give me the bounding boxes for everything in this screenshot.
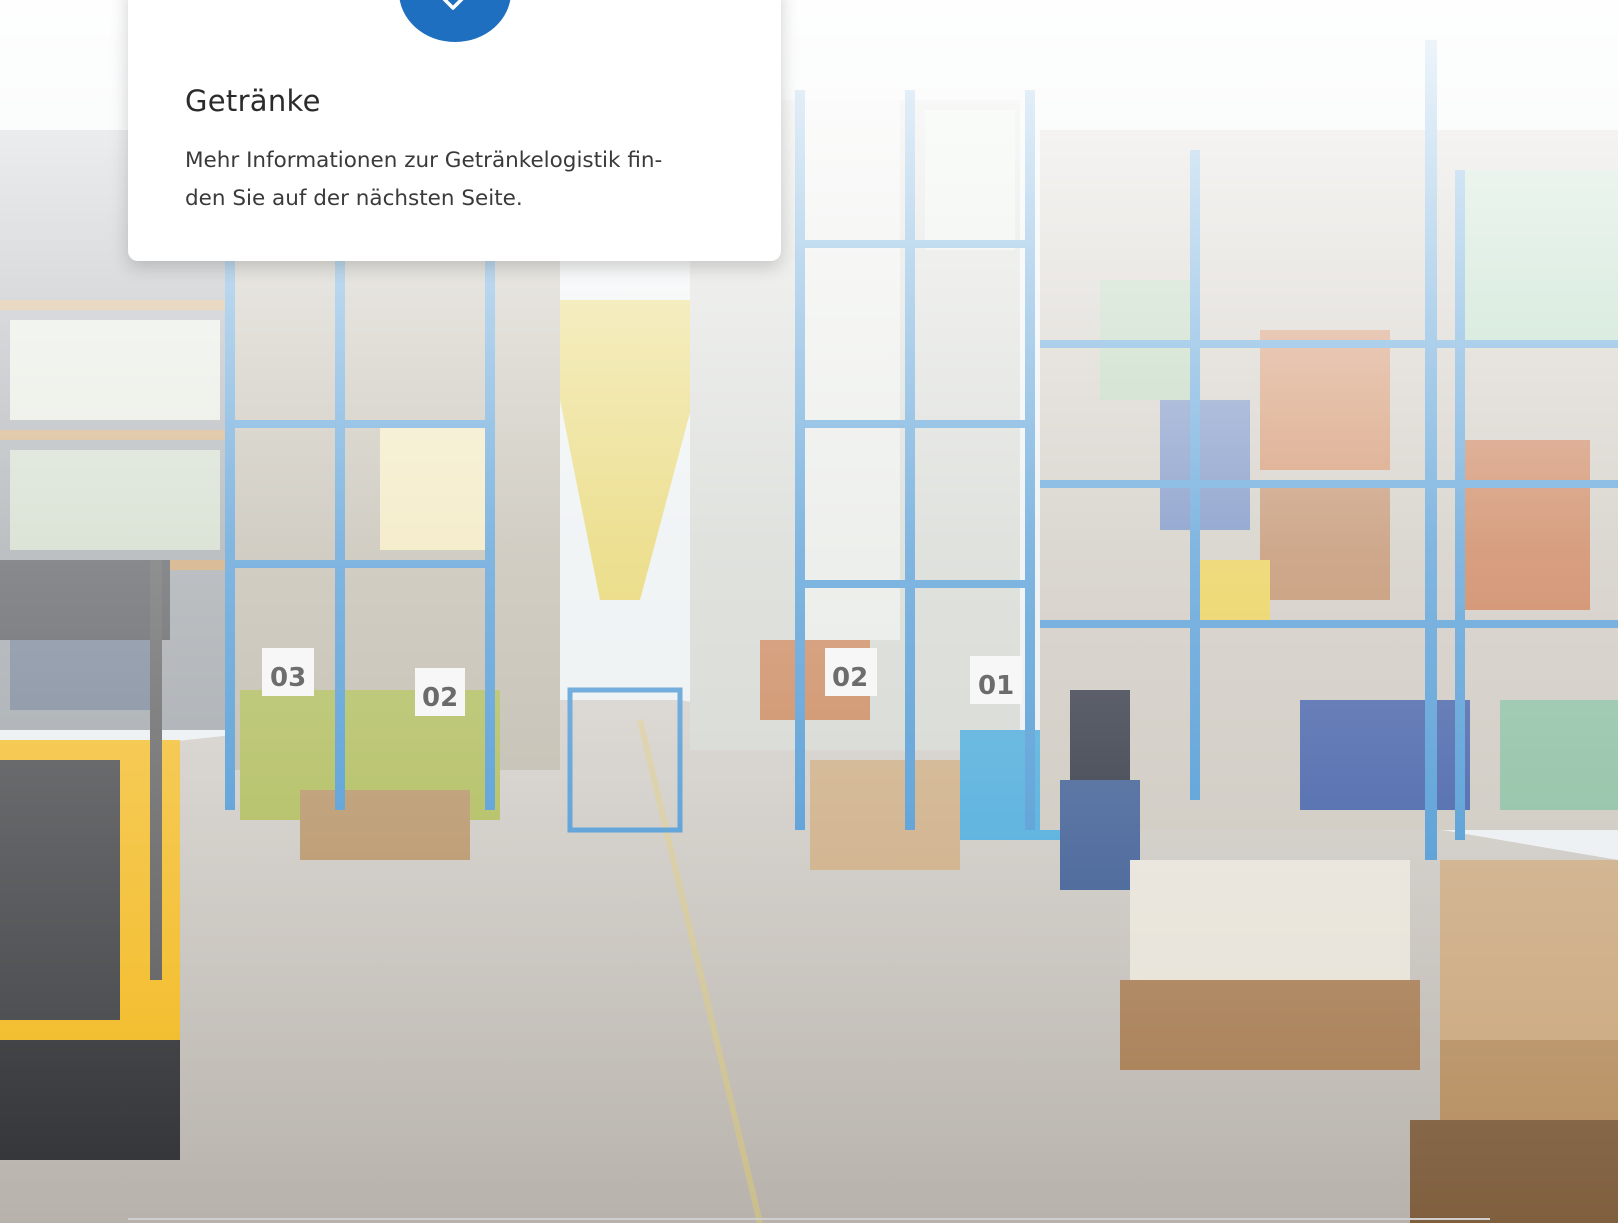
info-card: Getränke Mehr Informationen zur Getränke… bbox=[128, 0, 781, 261]
footer-divider bbox=[128, 1218, 1490, 1220]
beverage-icon bbox=[399, 0, 511, 42]
card-text-line-1: Mehr Informationen zur Getränkelogistik … bbox=[185, 148, 663, 173]
card-text-line-2: den Sie auf der nächsten Seite. bbox=[185, 186, 523, 211]
card-text: Mehr Informationen zur Getränkelogistik … bbox=[185, 142, 725, 218]
card-title: Getränke bbox=[185, 84, 321, 118]
